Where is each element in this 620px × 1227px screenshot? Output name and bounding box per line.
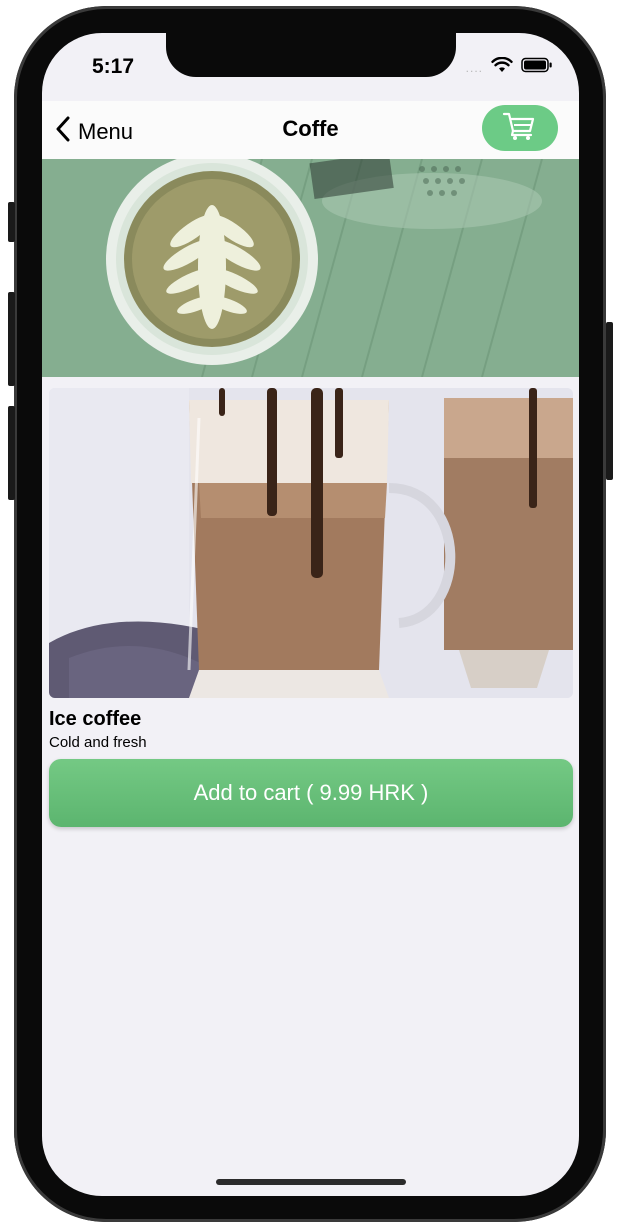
screen: 5:17 .... Menu Coffe Ice coffee Cold and… bbox=[42, 33, 579, 1196]
power-button bbox=[606, 322, 613, 480]
product-name: Ice coffee bbox=[49, 708, 142, 730]
status-icons: .... bbox=[465, 56, 553, 78]
silent-switch bbox=[8, 202, 15, 242]
product-image bbox=[49, 388, 573, 698]
hero-image bbox=[42, 159, 579, 377]
cart-icon bbox=[502, 110, 538, 147]
back-label: Menu bbox=[78, 118, 134, 144]
wifi-icon bbox=[491, 56, 513, 78]
status-time: 5:17 bbox=[92, 55, 135, 78]
home-indicator[interactable] bbox=[216, 1179, 406, 1185]
cart-button[interactable] bbox=[482, 105, 558, 151]
add-to-cart-button[interactable]: Add to cart ( 9.99 HRK ) bbox=[49, 759, 573, 827]
navigation-bar: Menu Coffe bbox=[42, 101, 579, 159]
notch bbox=[166, 33, 456, 77]
back-button[interactable]: Menu bbox=[54, 115, 133, 148]
battery-icon bbox=[521, 57, 553, 78]
chevron-left-icon bbox=[54, 115, 72, 148]
volume-up-button bbox=[8, 292, 15, 386]
product-description: Cold and fresh bbox=[49, 734, 147, 751]
volume-down-button bbox=[8, 406, 15, 500]
signal-dots: .... bbox=[465, 60, 483, 75]
